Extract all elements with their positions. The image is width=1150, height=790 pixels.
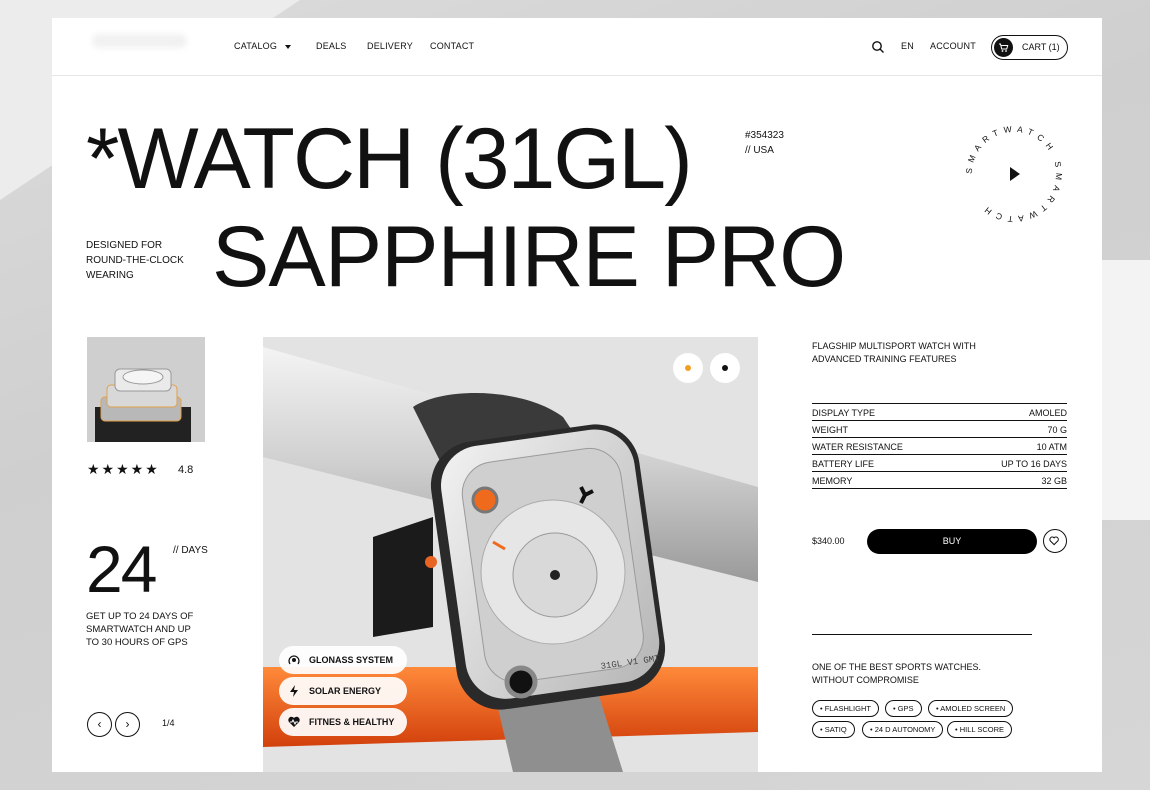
tag-satiq[interactable]: • SATIQ <box>812 721 855 738</box>
spec-value: 10 ATM <box>1036 442 1067 452</box>
play-video-badge[interactable]: SMARTWATCH SMARTWATCH <box>958 118 1070 230</box>
product-page: CATALOG DEALS DELIVERY CONTACT EN ACCOUN… <box>52 18 1102 772</box>
rating-value: 4.8 <box>178 464 194 476</box>
tag-gps[interactable]: • GPS <box>885 700 922 717</box>
color-option-orange[interactable] <box>673 353 703 383</box>
spec-key: MEMORY <box>812 476 853 486</box>
cart-button[interactable]: CART (1) <box>991 35 1068 60</box>
next-slide-button[interactable]: › <box>115 712 140 737</box>
spec-row: WATER RESISTANCE 10 ATM <box>812 438 1067 455</box>
slide-counter: 1/4 <box>162 718 175 728</box>
sku-origin: // USA <box>745 145 774 156</box>
buy-button[interactable]: BUY <box>867 529 1037 554</box>
rating-stars: ★★★★★ <box>87 461 160 477</box>
product-title-line2: SAPPHIRE PRO <box>212 209 846 305</box>
logo[interactable] <box>92 34 187 48</box>
spec-key: WEIGHT <box>812 425 848 435</box>
spec-row: DISPLAY TYPE AMOLED <box>812 404 1067 421</box>
designed-for-text: DESIGNED FOR ROUND-THE-CLOCK WEARING <box>86 240 184 281</box>
color-option-black[interactable] <box>710 353 740 383</box>
product-thumbnail[interactable] <box>87 337 205 442</box>
prev-slide-button[interactable]: ‹ <box>87 712 112 737</box>
feature-solar: SOLAR ENERGY <box>279 677 407 705</box>
product-sku: #354323 // USA <box>745 128 784 158</box>
heart-pulse-icon <box>288 716 300 727</box>
cart-icon <box>994 38 1013 57</box>
chevron-down-icon <box>285 44 292 49</box>
price: $340.00 <box>812 536 845 546</box>
wishlist-button[interactable] <box>1043 529 1067 553</box>
top-nav: CATALOG DEALS DELIVERY CONTACT EN ACCOUN… <box>52 18 1102 76</box>
product-tagline: FLAGSHIP MULTISPORT WATCH WITH ADVANCED … <box>812 341 976 364</box>
language-switch[interactable]: EN <box>901 41 914 51</box>
nav-delivery[interactable]: DELIVERY <box>367 41 413 51</box>
feature-label: GLONASS SYSTEM <box>309 655 394 665</box>
spec-row: WEIGHT 70 G <box>812 421 1067 438</box>
product-hero-image: 31GL V1 GMT GLONASS SYSTEM SOLAR ENERGY … <box>263 337 758 772</box>
nav-catalog[interactable]: CATALOG <box>234 41 292 51</box>
nav-account[interactable]: ACCOUNT <box>930 41 976 51</box>
chevron-right-icon: › <box>125 717 130 731</box>
feature-fitness: FITNES & HEALTHY <box>279 708 407 736</box>
nav-contact[interactable]: CONTACT <box>430 41 474 51</box>
divider <box>812 634 1032 635</box>
spec-value: 70 G <box>1047 425 1067 435</box>
chevron-left-icon: ‹ <box>97 717 102 731</box>
spec-key: BATTERY LIFE <box>812 459 875 469</box>
tag-hill-score[interactable]: • HILL SCORE <box>947 721 1013 738</box>
feature-label: FITNES & HEALTHY <box>309 717 395 727</box>
feature-glonass: GLONASS SYSTEM <box>279 646 407 674</box>
heart-icon <box>1049 536 1059 546</box>
days-label: // DAYS <box>173 545 208 556</box>
battery-description: GET UP TO 24 DAYS OF SMARTWATCH AND UP T… <box>86 611 194 648</box>
battery-days-number: 24 <box>86 532 157 606</box>
spec-value: 32 GB <box>1041 476 1067 486</box>
feature-label: SOLAR ENERGY <box>309 686 382 696</box>
spec-table: DISPLAY TYPE AMOLED WEIGHT 70 G WATER RESIST… <box>812 403 1067 489</box>
product-title-line1: *WATCH (31GL) <box>86 111 693 207</box>
tag-amoled-screen[interactable]: • AMOLED SCREEN <box>928 700 1014 717</box>
lightning-icon <box>290 685 298 697</box>
cart-label: CART (1) <box>1022 42 1060 52</box>
spec-key: DISPLAY TYPE <box>812 408 876 418</box>
spec-row: BATTERY LIFE UP TO 16 DAYS <box>812 455 1067 472</box>
play-icon <box>1010 167 1020 181</box>
signal-icon <box>288 655 300 665</box>
sku-number: #354323 <box>745 130 784 141</box>
best-sports-text: ONE OF THE BEST SPORTS WATCHES. WITHOUT … <box>812 662 982 685</box>
nav-deals[interactable]: DEALS <box>316 41 347 51</box>
tag-flashlight[interactable]: • FLASHLIGHT <box>812 700 879 717</box>
spec-key: WATER RESISTANCE <box>812 442 903 452</box>
spec-value: AMOLED <box>1028 408 1067 418</box>
spec-value: UP TO 16 DAYS <box>1001 459 1067 469</box>
spec-row: MEMORY 32 GB <box>812 472 1067 489</box>
search-icon[interactable] <box>871 40 885 54</box>
tag-autonomy[interactable]: • 24 D AUTONOMY <box>862 721 944 738</box>
watch-illustration: 31GL V1 GMT <box>263 337 758 772</box>
